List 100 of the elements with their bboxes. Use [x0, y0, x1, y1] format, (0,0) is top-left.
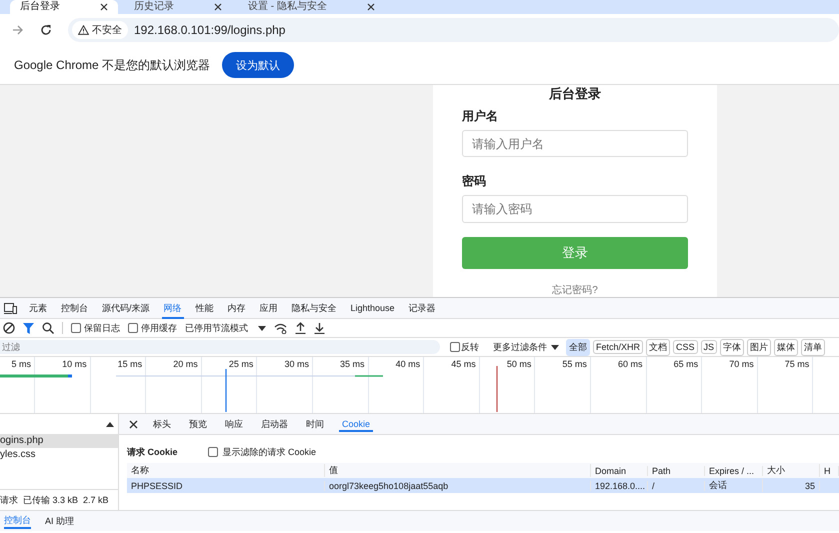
- detail-tab[interactable]: 响应: [222, 414, 246, 434]
- column-header[interactable]: Path: [648, 466, 705, 476]
- tick-label: 10 ms: [62, 359, 87, 369]
- close-icon[interactable]: [129, 420, 138, 428]
- checkbox-label: 停用缓存: [141, 322, 177, 334]
- column-header[interactable]: 值: [325, 464, 591, 477]
- section-title: 请求 Cookie: [127, 446, 178, 458]
- tick-label: 70 ms: [729, 359, 754, 369]
- panel-tab[interactable]: 隐私与安全: [290, 298, 339, 318]
- detail-tab[interactable]: Cookie: [339, 416, 374, 432]
- detail-tab[interactable]: 启动器: [258, 414, 291, 434]
- tick-label: 25 ms: [228, 359, 254, 369]
- request-item[interactable]: yles.css: [0, 448, 118, 462]
- drawer-tab[interactable]: AI 助理: [45, 514, 74, 528]
- panel-tab[interactable]: 控制台: [59, 298, 90, 318]
- throttle-dropdown[interactable]: 已停用节流模式: [185, 322, 266, 334]
- table-cell: 192.168.0....: [591, 480, 648, 490]
- checkbox-label: 显示滤除的请求 Cookie: [222, 446, 316, 458]
- filter-icon[interactable]: [23, 322, 34, 334]
- tick-label: 50 ms: [506, 359, 532, 369]
- detail-tab[interactable]: 预览: [186, 414, 210, 434]
- url-text: 192.168.0.101:99/logins.php: [134, 23, 286, 37]
- detail-tab[interactable]: 标头: [150, 414, 174, 434]
- type-filter-chip[interactable]: 媒体: [774, 338, 798, 356]
- panel-tab[interactable]: Lighthouse: [348, 299, 397, 317]
- tick-label: 20 ms: [173, 359, 198, 369]
- drawer-tab[interactable]: 控制台: [4, 514, 31, 528]
- table-row[interactable]: PHPSESSID oorgl73keeg5ho108jaat55aqb 192.168.0.... / 会话 35: [127, 478, 839, 493]
- tick-label: 5 ms: [11, 359, 31, 369]
- forward-icon[interactable]: [12, 24, 24, 36]
- table-cell: PHPSESSID: [127, 480, 325, 490]
- browser-tab[interactable]: 设置 - 隐私与安全: [238, 0, 385, 14]
- tick-label: 15 ms: [118, 359, 142, 369]
- checkbox[interactable]: [128, 323, 138, 333]
- panel-tab[interactable]: 性能: [194, 298, 216, 318]
- column-header[interactable]: Expires / ...: [705, 466, 763, 476]
- clear-icon[interactable]: [3, 322, 15, 334]
- login-title: 后台登录: [548, 85, 602, 102]
- upload-icon[interactable]: [295, 322, 306, 334]
- close-icon[interactable]: [100, 3, 108, 11]
- panel-tab[interactable]: 记录器: [406, 298, 438, 318]
- type-filter-chip[interactable]: Fetch/XHR: [593, 340, 644, 354]
- panel-tab[interactable]: 网络: [162, 298, 184, 318]
- type-filter-chip[interactable]: JS: [700, 340, 718, 354]
- summary-text: 请求: [0, 494, 18, 506]
- device-toggle-icon[interactable]: [4, 302, 17, 314]
- type-filter-chip[interactable]: CSS: [673, 340, 698, 354]
- checkbox-label: 反转: [461, 340, 479, 354]
- table-cell: oorgl73keeg5ho108jaat55aqb: [325, 480, 591, 490]
- set-default-button[interactable]: 设为默认: [222, 52, 294, 78]
- type-filter-chip[interactable]: 图片: [747, 338, 772, 356]
- table-cell: 35: [763, 480, 820, 490]
- checkbox-label: 保留日志: [84, 322, 120, 334]
- checkbox[interactable]: [450, 342, 460, 352]
- checkbox[interactable]: [208, 447, 218, 457]
- detail-tab[interactable]: 时间: [303, 414, 327, 434]
- input-field[interactable]: 请输入用户名: [462, 130, 688, 158]
- panel-tab[interactable]: 元素: [27, 298, 49, 318]
- field-label: 用户名: [462, 108, 499, 125]
- summary-text: 已传输 3.3 kB: [23, 494, 78, 506]
- reload-icon[interactable]: [40, 24, 52, 36]
- network-conditions-icon[interactable]: [274, 322, 287, 334]
- download-icon[interactable]: [314, 322, 325, 334]
- tab-title: 后台登录: [20, 1, 60, 13]
- tick-label: 55 ms: [562, 359, 587, 369]
- column-header[interactable]: 大小: [763, 464, 820, 477]
- column-header[interactable]: 名称: [127, 464, 325, 477]
- panel-tab[interactable]: 内存: [226, 298, 248, 318]
- browser-tab[interactable]: 后台登录: [10, 0, 118, 14]
- tick-label: 40 ms: [396, 359, 420, 369]
- address-field[interactable]: 不安全 192.168.0.101:99/logins.php: [68, 18, 839, 42]
- type-filter-chip[interactable]: 全部: [566, 338, 590, 356]
- close-icon[interactable]: [366, 3, 375, 11]
- type-filter-chip[interactable]: 清单: [801, 338, 826, 356]
- type-filter-chip[interactable]: 文档: [646, 338, 670, 356]
- input-field[interactable]: 请输入密码: [462, 195, 688, 223]
- filter-field[interactable]: 过滤: [0, 340, 440, 354]
- panel-tab[interactable]: 源代码/来源: [100, 298, 152, 318]
- close-icon[interactable]: [214, 3, 222, 11]
- warning-icon: [78, 25, 89, 35]
- security-chip[interactable]: 不安全: [72, 21, 128, 39]
- tick-label: 75 ms: [784, 359, 810, 369]
- request-item[interactable]: ogins.php: [0, 434, 118, 448]
- browser-tab[interactable]: 历史记录: [124, 0, 232, 14]
- forgot-password-link[interactable]: 忘记密码?: [462, 283, 688, 297]
- infobar-message: Google Chrome 不是您的默认浏览器: [14, 56, 210, 74]
- dropdown-label: 更多过滤条件: [493, 340, 547, 354]
- checkbox[interactable]: [71, 323, 81, 333]
- panel-tab[interactable]: 应用: [258, 298, 280, 318]
- throttle-label: 已停用节流模式: [185, 322, 248, 334]
- type-filter-chip[interactable]: 字体: [720, 338, 744, 356]
- tick-label: 45 ms: [451, 359, 476, 369]
- tick-label: 30 ms: [284, 359, 309, 369]
- column-header[interactable]: H: [820, 466, 839, 476]
- security-label: 不安全: [92, 24, 122, 37]
- sort-caret-icon[interactable]: [106, 422, 114, 426]
- more-filters-dropdown[interactable]: 更多过滤条件: [493, 340, 559, 354]
- search-icon[interactable]: [42, 322, 54, 334]
- column-header[interactable]: Domain: [591, 466, 648, 476]
- summary-text: 2.7 kB: [83, 495, 109, 505]
